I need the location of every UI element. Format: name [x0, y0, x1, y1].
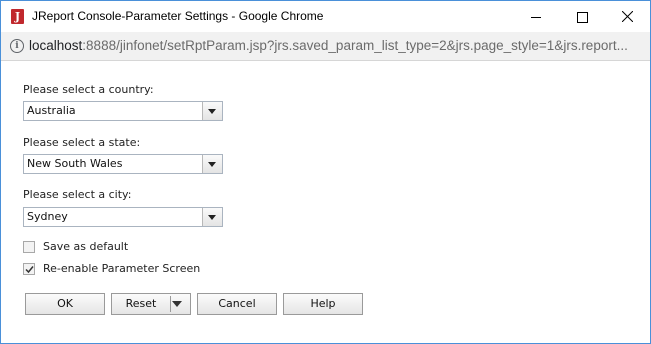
url-host: localhost [29, 38, 83, 53]
save-default-checkbox[interactable] [23, 241, 35, 253]
state-select[interactable]: New South Wales [23, 154, 223, 174]
cancel-button[interactable]: Cancel [197, 293, 277, 315]
url-text[interactable]: localhost:8888/jinfonet/setRptParam.jsp?… [29, 32, 641, 60]
url-path: :8888/jinfonet/setRptParam.jsp?jrs.saved… [82, 38, 628, 53]
country-select[interactable]: Australia [23, 101, 223, 121]
ok-button[interactable]: OK [25, 293, 105, 315]
reenable-checkbox[interactable] [23, 263, 35, 275]
country-dropdown-button[interactable] [202, 102, 222, 120]
checkmark-icon [25, 266, 34, 274]
reenable-label[interactable]: Re-enable Parameter Screen [43, 262, 200, 275]
state-dropdown-button[interactable] [202, 155, 222, 173]
minimize-icon [531, 17, 541, 18]
city-value: Sydney [27, 210, 68, 223]
parameter-form: Please select a country: Australia Pleas… [1, 61, 650, 343]
chevron-down-icon[interactable] [172, 301, 182, 307]
chevron-down-icon [208, 109, 216, 114]
chevron-down-icon [208, 215, 216, 220]
app-icon-letter: J [14, 10, 21, 23]
close-button[interactable] [605, 1, 651, 32]
save-default-label[interactable]: Save as default [43, 240, 128, 253]
city-select[interactable]: Sydney [23, 207, 223, 227]
chevron-down-icon [208, 162, 216, 167]
window-title: JReport Console-Parameter Settings - Goo… [32, 9, 324, 23]
reset-split-button[interactable]: Reset [111, 293, 191, 315]
title-bar[interactable]: J JReport Console-Parameter Settings - G… [1, 1, 650, 32]
info-icon[interactable]: i [10, 39, 24, 53]
state-label: Please select a state: [23, 136, 141, 149]
minimize-button[interactable] [513, 1, 559, 32]
country-label: Please select a country: [23, 83, 154, 96]
address-bar[interactable]: i localhost:8888/jinfonet/setRptParam.js… [1, 32, 650, 61]
country-value: Australia [27, 104, 76, 117]
city-label: Please select a city: [23, 188, 132, 201]
reset-button[interactable]: Reset [112, 294, 170, 314]
help-button[interactable]: Help [283, 293, 363, 315]
state-value: New South Wales [27, 157, 123, 170]
browser-window: J JReport Console-Parameter Settings - G… [0, 0, 651, 344]
maximize-icon [577, 12, 588, 23]
maximize-button[interactable] [559, 1, 605, 32]
jreport-app-icon: J [11, 9, 24, 24]
city-dropdown-button[interactable] [202, 208, 222, 226]
reset-divider [170, 296, 171, 312]
close-icon [622, 11, 633, 22]
